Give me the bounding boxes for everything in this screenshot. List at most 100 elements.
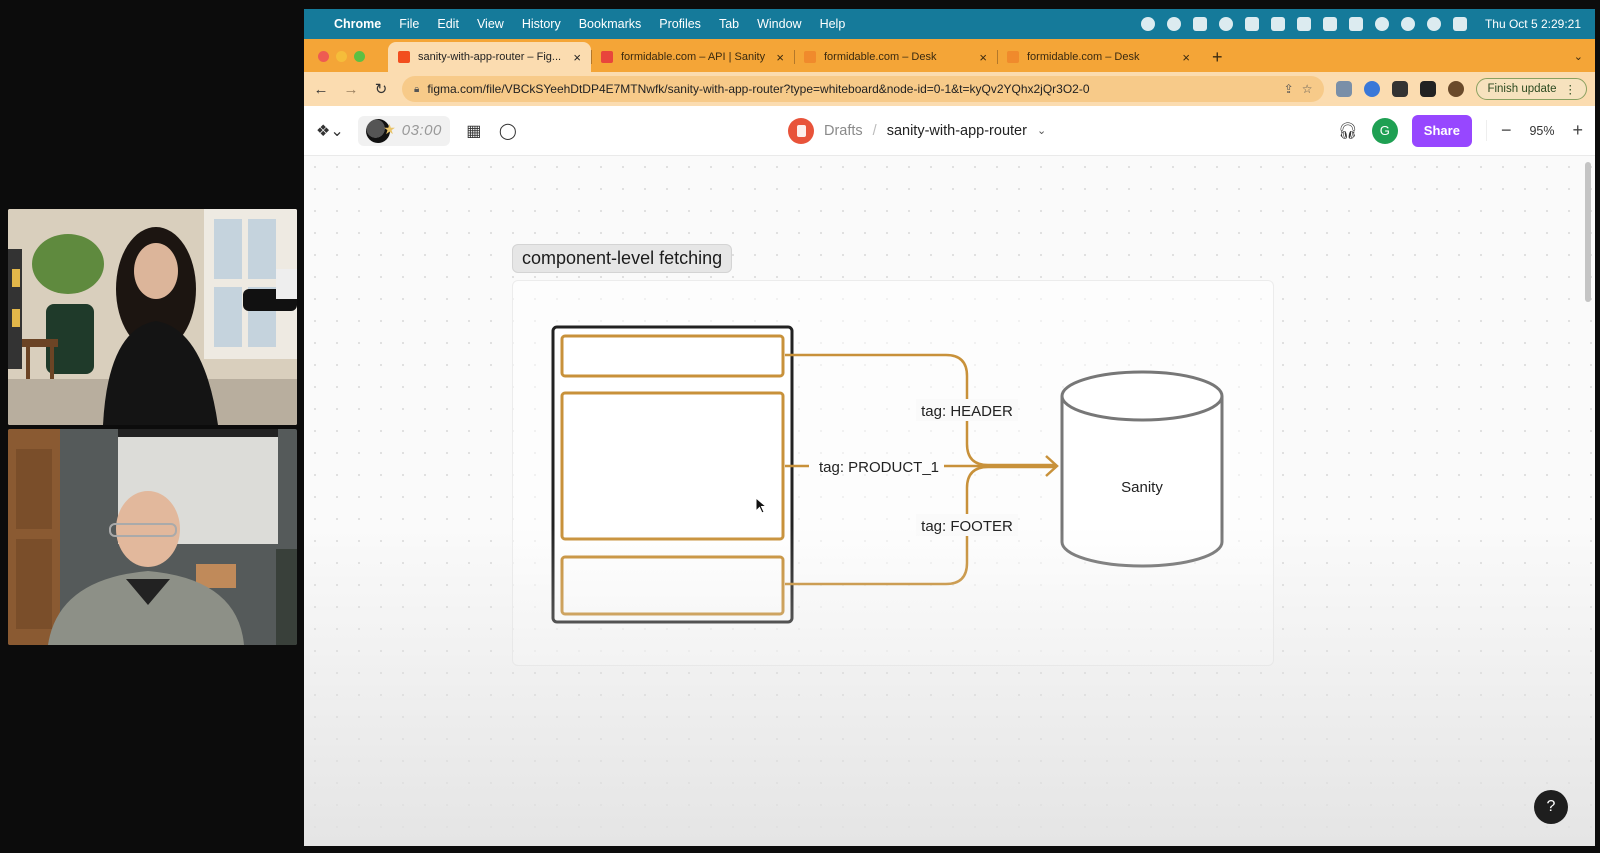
- new-tab-button[interactable]: +: [1200, 42, 1235, 72]
- zoom-out-button[interactable]: −: [1501, 120, 1512, 141]
- close-window-button[interactable]: [318, 51, 329, 62]
- audio-headphones-icon[interactable]: 🎧︎: [1338, 121, 1358, 141]
- back-arrow-icon[interactable]: ←: [312, 81, 330, 98]
- user-icon[interactable]: [1426, 17, 1441, 31]
- breadcrumb-drafts[interactable]: Drafts: [824, 123, 863, 139]
- zoom-level[interactable]: 95%: [1529, 124, 1554, 138]
- window-controls: [318, 51, 365, 62]
- address-bar[interactable]: 🔒︎ figma.com/file/VBCkSYeehDtDP4E7MTNwfk…: [402, 76, 1325, 102]
- menu-help[interactable]: Help: [820, 17, 846, 31]
- menu-bookmarks[interactable]: Bookmarks: [579, 17, 642, 31]
- profile-avatar[interactable]: [1448, 81, 1465, 97]
- database-top[interactable]: [1060, 370, 1224, 422]
- tab-figma[interactable]: sanity-with-app-router – Fig... ×: [388, 42, 591, 72]
- tab-label: formidable.com – Desk: [1027, 51, 1140, 63]
- close-tab-icon[interactable]: ×: [979, 50, 987, 65]
- status-network-icon[interactable]: [1296, 17, 1311, 31]
- battery-icon[interactable]: [1348, 17, 1363, 31]
- participant-video-1: [8, 209, 297, 425]
- user-avatar[interactable]: G: [1371, 117, 1398, 144]
- breadcrumb-separator: /: [872, 122, 877, 139]
- control-center-icon[interactable]: [1452, 17, 1467, 31]
- tab-sanity-api[interactable]: formidable.com – API | Sanity ×: [591, 42, 794, 72]
- canvas-scrollbar[interactable]: [1585, 162, 1591, 302]
- sanity-desk-icon: [1007, 51, 1019, 63]
- menu-tab[interactable]: Tab: [719, 17, 739, 31]
- finish-update-button[interactable]: Finish update ⋮: [1476, 78, 1587, 100]
- footer-tag-label[interactable]: tag: FOOTER: [921, 518, 1013, 535]
- bookmark-star-icon[interactable]: ☆: [1302, 82, 1313, 96]
- share-button[interactable]: Share: [1411, 114, 1472, 147]
- fetching-diagram: tag: HEADER tag: PRODUCT_1 tag: FOOTER S…: [551, 325, 1224, 624]
- reload-icon[interactable]: ↻: [372, 80, 390, 98]
- browser-toolbar: ← → ↻ 🔒︎ figma.com/file/VBCkSYeehDtDP4E7…: [304, 72, 1595, 106]
- tab-sanity-desk-1[interactable]: formidable.com – Desk ×: [794, 42, 997, 72]
- stage: Chrome File Edit View History Bookmarks …: [0, 0, 1600, 853]
- sanity-icon: [601, 51, 613, 63]
- timer-value: 03:00: [401, 122, 442, 139]
- breadcrumb: Drafts / sanity-with-app-router ⌄: [788, 117, 1046, 144]
- database-label[interactable]: Sanity: [1121, 479, 1163, 496]
- extension-grammarly-icon[interactable]: [1336, 81, 1353, 97]
- menu-clock[interactable]: Thu Oct 5 2:29:21: [1485, 17, 1581, 31]
- file-menu-chevron-icon[interactable]: ⌄: [1037, 124, 1046, 137]
- finish-update-label: Finish update: [1487, 83, 1557, 95]
- menu-window[interactable]: Window: [757, 17, 801, 31]
- status-display-icon[interactable]: [1270, 17, 1285, 31]
- status-k-icon[interactable]: [1244, 17, 1259, 31]
- comment-icon[interactable]: ◯: [498, 121, 518, 141]
- file-name[interactable]: sanity-with-app-router: [887, 123, 1027, 139]
- close-tab-icon[interactable]: ×: [1182, 50, 1190, 65]
- tab-label: formidable.com – API | Sanity: [621, 51, 766, 63]
- more-menu-icon[interactable]: ⋮: [1565, 82, 1577, 96]
- menu-profiles[interactable]: Profiles: [659, 17, 701, 31]
- side-panel-icon[interactable]: [1420, 81, 1437, 97]
- participant-video-2: [8, 429, 297, 645]
- spotlight-search-icon[interactable]: [1400, 17, 1415, 31]
- address-url[interactable]: figma.com/file/VBCkSYeehDtDP4E7MTNwfk/sa…: [427, 82, 1275, 96]
- share-page-icon[interactable]: ⇪: [1284, 82, 1294, 96]
- sanity-desk-icon: [804, 51, 816, 63]
- lock-icon[interactable]: 🔒︎: [414, 84, 419, 95]
- whiteboard-canvas[interactable]: component-level fetching tag: HEADER tag…: [304, 156, 1595, 846]
- participant-1-image: [8, 209, 297, 425]
- figma-menu-icon[interactable]: ❖⌄: [316, 121, 344, 141]
- layout-template-icon[interactable]: ▦: [464, 121, 484, 141]
- tab-label: formidable.com – Desk: [824, 51, 937, 63]
- timer-widget[interactable]: 03:00: [357, 115, 450, 146]
- product-tag-label[interactable]: tag: PRODUCT_1: [819, 459, 939, 476]
- close-tab-icon[interactable]: ×: [573, 50, 581, 65]
- participant-2-image: [8, 429, 297, 645]
- menu-file[interactable]: File: [399, 17, 419, 31]
- mouse-cursor-icon: [755, 497, 768, 514]
- zoom-in-button[interactable]: +: [1572, 120, 1583, 141]
- tab-search-chevron-icon[interactable]: ⌄: [1574, 50, 1583, 63]
- status-drive-icon[interactable]: [1192, 17, 1207, 31]
- help-button[interactable]: ?: [1534, 790, 1568, 824]
- zoom-window-button[interactable]: [354, 51, 365, 62]
- menu-view[interactable]: View: [477, 17, 504, 31]
- header-tag-label[interactable]: tag: HEADER: [921, 403, 1013, 420]
- extension-z-icon[interactable]: [1364, 81, 1381, 97]
- whiteboard-file-icon: [788, 117, 814, 144]
- close-tab-icon[interactable]: ×: [776, 50, 784, 65]
- wifi-icon[interactable]: [1374, 17, 1389, 31]
- page-container[interactable]: [551, 325, 794, 624]
- figma-icon: [398, 51, 410, 63]
- extensions-puzzle-icon[interactable]: [1392, 81, 1409, 97]
- figma-toolbar-left: ❖⌄ 03:00 ▦ ◯: [316, 115, 518, 146]
- tab-sanity-desk-2[interactable]: formidable.com – Desk ×: [997, 42, 1200, 72]
- menu-history[interactable]: History: [522, 17, 561, 31]
- minimize-window-button[interactable]: [336, 51, 347, 62]
- figma-toolbar: ❖⌄ 03:00 ▦ ◯ Drafts / sanity-with-app-ro…: [304, 106, 1595, 156]
- status-audio-icon[interactable]: [1218, 17, 1233, 31]
- status-camera-icon[interactable]: [1166, 17, 1181, 31]
- bluetooth-icon[interactable]: [1322, 17, 1337, 31]
- zoom-controls: − 95% +: [1485, 120, 1583, 141]
- menu-extras: Thu Oct 5 2:29:21: [1140, 17, 1581, 31]
- menu-edit[interactable]: Edit: [437, 17, 459, 31]
- menu-app-name[interactable]: Chrome: [334, 17, 381, 31]
- shared-screen: Chrome File Edit View History Bookmarks …: [304, 9, 1595, 846]
- status-grammarly-icon[interactable]: [1140, 17, 1155, 31]
- forward-arrow-icon[interactable]: →: [342, 81, 360, 98]
